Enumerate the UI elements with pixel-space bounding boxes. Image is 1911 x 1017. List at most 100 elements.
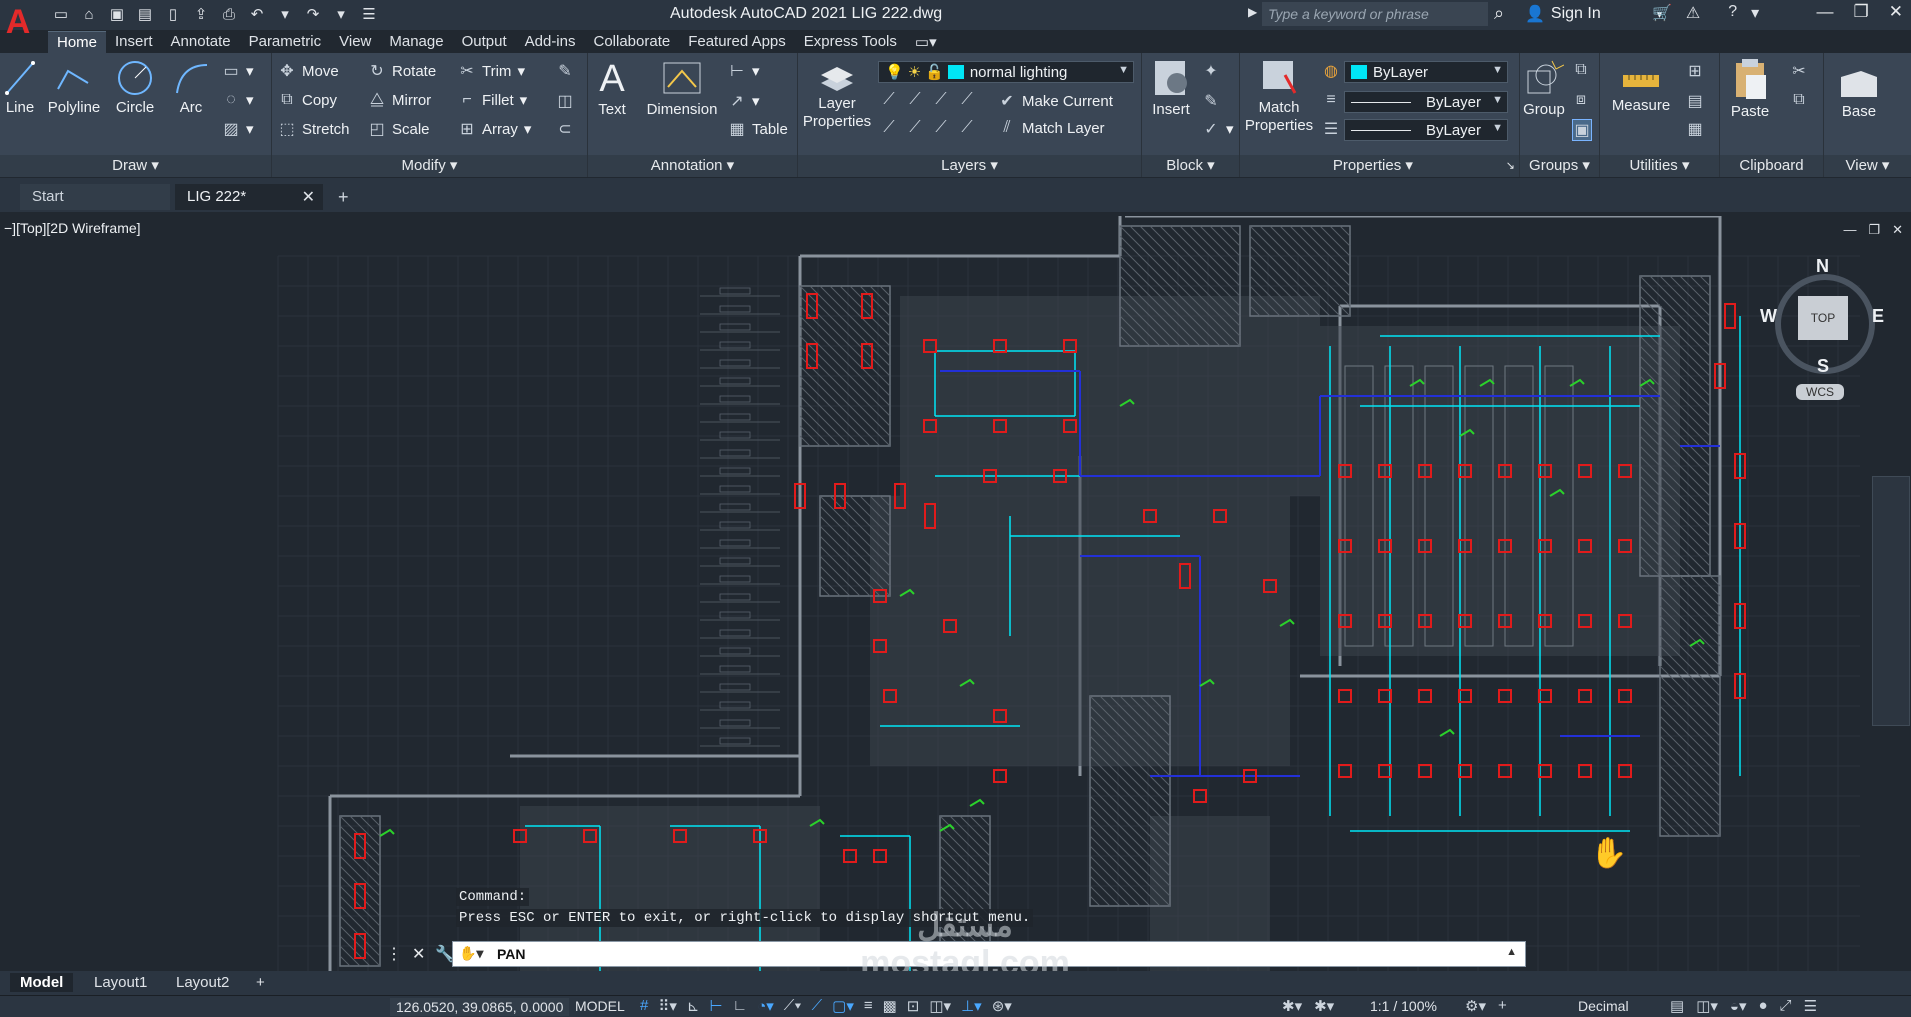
modify-panel-title[interactable]: Modify ▾: [272, 155, 587, 177]
transparency-icon[interactable]: ▩: [883, 997, 897, 1015]
redo-dropdown-icon[interactable]: ▾: [330, 3, 352, 25]
linetype-icon[interactable]: ≡: [1322, 91, 1340, 109]
undo-icon[interactable]: ↶: [246, 3, 268, 25]
stretch-button[interactable]: ⬚ Stretch: [278, 119, 349, 139]
group-button[interactable]: Group: [1522, 57, 1566, 119]
command-history-expand-icon[interactable]: ▲: [1506, 946, 1517, 958]
navigation-bar[interactable]: [1872, 476, 1910, 726]
tab-parametric[interactable]: Parametric: [240, 31, 331, 53]
close-command-icon[interactable]: ✕: [412, 944, 425, 964]
mirror-button[interactable]: ⧋ Mirror: [368, 91, 431, 109]
dynamic-ucs-icon[interactable]: ⊥▾: [961, 997, 982, 1015]
infer-icon[interactable]: ⊾: [687, 997, 700, 1015]
scale-button[interactable]: ◰ Scale: [368, 119, 429, 139]
workspace-icon[interactable]: ⚙▾: [1465, 997, 1486, 1015]
add-layout-icon[interactable]: +: [246, 973, 275, 992]
quick-properties-icon[interactable]: ▤: [1670, 997, 1684, 1015]
text-button[interactable]: A Text: [592, 59, 632, 119]
a360-icon[interactable]: ⚠: [1686, 3, 1700, 23]
object-snap-icon[interactable]: ▢▾: [832, 997, 854, 1015]
utilities-panel-title[interactable]: Utilities ▾: [1600, 155, 1719, 177]
help-dropdown-icon[interactable]: ▾: [1751, 3, 1759, 23]
search-expand-icon[interactable]: ▶: [1248, 5, 1257, 19]
units-selector[interactable]: Decimal: [1578, 998, 1629, 1014]
match-layer-button[interactable]: ⫽ Match Layer: [998, 119, 1104, 137]
ellipse-icon[interactable]: ◌ ▾: [222, 91, 253, 109]
tab-manage[interactable]: Manage: [380, 31, 452, 53]
tab-start[interactable]: Start: [20, 184, 170, 210]
quick-select-icon[interactable]: ⊞: [1686, 61, 1704, 81]
lineweight-dropdown[interactable]: ByLayer ▼: [1344, 119, 1508, 141]
fillet-button[interactable]: ⌐ Fillet ▾: [458, 91, 527, 109]
circle-button[interactable]: Circle: [110, 59, 160, 117]
block-panel-title[interactable]: Block ▾: [1142, 155, 1239, 177]
trim-button[interactable]: ✂ Trim ▾: [458, 61, 525, 81]
coordinates-readout[interactable]: 126.0520, 39.0865, 0.0000: [390, 998, 570, 1016]
plot-icon[interactable]: ⎙: [218, 3, 240, 25]
autocad-logo[interactable]: A: [2, 2, 34, 42]
groups-panel-title[interactable]: Groups ▾: [1520, 155, 1599, 177]
measure-button[interactable]: Measure: [1606, 65, 1676, 115]
cart-icon[interactable]: 🛒: [1652, 3, 1672, 23]
tab-layout2[interactable]: Layout2: [166, 973, 239, 992]
offset-icon[interactable]: ⊂: [556, 119, 574, 139]
close-icon[interactable]: ✕: [1889, 2, 1903, 22]
ungroup-icon[interactable]: ⧉: [1572, 61, 1590, 79]
viewport-minimize-icon[interactable]: —: [1843, 222, 1856, 238]
ortho-icon[interactable]: ∟: [733, 997, 748, 1015]
annotation-panel-title[interactable]: Annotation ▾: [588, 155, 797, 177]
clean-screen-icon[interactable]: ⤢: [1780, 997, 1792, 1015]
color-dropdown[interactable]: ByLayer ▼: [1344, 61, 1508, 83]
hardware-acceleration-icon[interactable]: ●: [1758, 997, 1767, 1015]
cut-icon[interactable]: ✂: [1790, 61, 1808, 81]
group-edit-icon[interactable]: ⧈: [1572, 91, 1590, 109]
compass-west[interactable]: W: [1760, 306, 1777, 327]
lineweight-icon[interactable]: ☰: [1322, 119, 1340, 139]
lineweight-toggle-icon[interactable]: ≡: [864, 997, 873, 1015]
isodraft-icon[interactable]: ⟋▾: [784, 997, 802, 1015]
customize-qat-icon[interactable]: ☰: [358, 3, 380, 25]
explode-icon[interactable]: ◫: [556, 91, 574, 111]
snap-icon[interactable]: ⠿▾: [658, 997, 677, 1015]
paste-button[interactable]: Paste: [1728, 57, 1772, 121]
block-attributes-icon[interactable]: ✓ ▾: [1202, 119, 1233, 139]
search-icon[interactable]: ⌕: [1494, 3, 1504, 24]
draw-panel-title[interactable]: Draw ▾: [0, 155, 271, 177]
group-select-icon[interactable]: ▣: [1572, 119, 1592, 141]
tab-model[interactable]: Model: [10, 973, 74, 992]
dialog-launcher-icon[interactable]: ↘: [1506, 155, 1515, 177]
dynamic-input-icon[interactable]: ⊢: [709, 997, 722, 1015]
viewcube-top-face[interactable]: TOP: [1798, 296, 1848, 340]
open-from-web-icon[interactable]: ▯: [162, 3, 184, 25]
tab-insert[interactable]: Insert: [106, 31, 162, 53]
rectangle-icon[interactable]: ▭ ▾: [222, 61, 253, 81]
compass-south[interactable]: S: [1817, 356, 1829, 377]
object-snap-tracking-icon[interactable]: ⟋: [812, 997, 823, 1015]
layer-properties-button[interactable]: Layer Properties: [800, 59, 874, 131]
save-to-web-icon[interactable]: ⇪: [190, 3, 212, 25]
base-button[interactable]: Base: [1834, 67, 1884, 121]
new-file-icon[interactable]: ▭: [50, 3, 72, 25]
create-block-icon[interactable]: ✦: [1202, 61, 1220, 81]
lock-ui-icon[interactable]: ◫▾: [1696, 997, 1718, 1015]
isolate-objects-icon[interactable]: ◒▾: [1730, 997, 1747, 1015]
new-tab-icon[interactable]: +: [338, 187, 349, 208]
layer-dropdown[interactable]: 💡 ☀ 🔓 normal lighting ▼: [878, 61, 1134, 83]
help-icon[interactable]: ?: [1728, 3, 1737, 23]
search-input[interactable]: Type a keyword or phrase: [1262, 2, 1488, 26]
sign-in-button[interactable]: 👤 Sign In ▾: [1525, 4, 1662, 24]
properties-panel-title[interactable]: Properties ▾ ↘: [1240, 155, 1519, 177]
grip-handle-icon[interactable]: ⋮: [386, 944, 402, 964]
wcs-menu[interactable]: WCS: [1796, 384, 1844, 400]
calculator-icon[interactable]: ▦: [1686, 119, 1704, 139]
copy-button[interactable]: ⧉ Copy: [278, 91, 337, 109]
layer-tools-row-2[interactable]: ⟋ ⟋ ⟋ ⟋: [880, 119, 976, 137]
tab-document[interactable]: LIG 222* ✕: [175, 184, 323, 210]
layers-panel-title[interactable]: Layers ▾: [798, 155, 1141, 177]
annotation-visibility-icon[interactable]: ✱▾: [1282, 997, 1302, 1015]
annotation-scale[interactable]: 1:1 / 100%: [1370, 998, 1437, 1014]
array-button[interactable]: ⊞ Array ▾: [458, 119, 531, 139]
customization-icon[interactable]: ☰: [1804, 997, 1817, 1015]
insert-button[interactable]: Insert: [1146, 57, 1196, 119]
polar-icon[interactable]: ◔▾: [757, 997, 774, 1015]
